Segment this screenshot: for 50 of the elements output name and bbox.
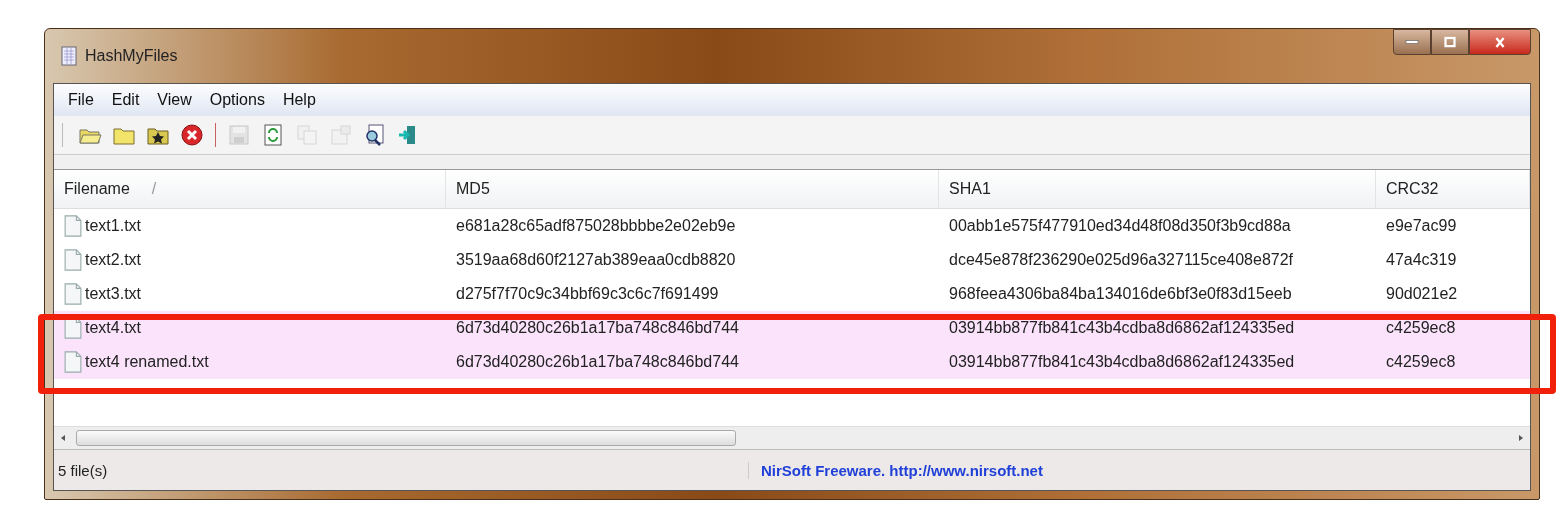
file-count: 5 file(s)	[54, 461, 749, 479]
table-cell: dce45e878f236290e025d96a327115ce408e872f	[949, 251, 1294, 269]
file-icon	[64, 248, 82, 272]
credit-link[interactable]: NirSoft Freeware. http://www.nirsoft.net	[749, 461, 1043, 479]
table-cell: 6d73d40280c26b1a17ba748c846bd744	[456, 353, 739, 371]
menu-item[interactable]: File	[60, 89, 102, 111]
scroll-right-icon[interactable]	[1517, 434, 1525, 442]
column-header[interactable]: SHA1	[939, 170, 1376, 208]
table-row[interactable]: text3.txt d275f7f70c9c34bbf69c3c6c7f691499 968feea4306ba84ba134016de6bf3e0f83d15eeb 90d021e2	[54, 277, 1530, 311]
file-icon	[64, 214, 82, 238]
menu-item[interactable]: Edit	[103, 89, 148, 111]
table-cell: c4259ec8	[1386, 353, 1456, 371]
column-header[interactable]: CRC32	[1376, 170, 1530, 208]
document-icon	[61, 46, 77, 66]
table-cell: text1.txt	[85, 217, 142, 235]
scrollbar-thumb[interactable]	[76, 430, 736, 446]
file-icon	[64, 350, 82, 374]
table-cell: text3.txt	[85, 285, 142, 303]
table-cell: e9e7ac99	[1386, 217, 1457, 235]
horizontal-scrollbar[interactable]	[54, 426, 1530, 449]
table-cell: 03914bb877fb841c43b4cdba8d6862af124335ed	[949, 319, 1295, 337]
column-header[interactable]: MD5	[446, 170, 939, 208]
table-row[interactable]: text2.txt 3519aa68d60f2127ab389eaa0cdb8820 dce45e878f236290e025d96a327115ce408e872f 47a4c319	[54, 243, 1530, 277]
table-cell: 90d021e2	[1386, 285, 1458, 303]
menu-item[interactable]: View	[149, 89, 200, 111]
close-button[interactable]	[1469, 29, 1531, 55]
table-cell: 47a4c319	[1386, 251, 1457, 269]
table-row[interactable]: text1.txt e681a28c65adf875028bbbbe2e02eb9e 00abb1e575f477910ed34d48f08d350f3b9cd88a e9e7ac99	[54, 209, 1530, 243]
table-cell: 03914bb877fb841c43b4cdba8d6862af124335ed	[949, 353, 1295, 371]
menu-item[interactable]: Options	[201, 89, 273, 111]
table-cell: text2.txt	[85, 251, 142, 269]
file-icon	[64, 282, 82, 306]
table-row[interactable]: text4 renamed.txt 6d73d40280c26b1a17ba748c846bd744 03914bb877fb841c43b4cdba8d6862af124335ed c4259ec8	[54, 345, 1530, 379]
minimize-button[interactable]	[1393, 29, 1431, 55]
table-cell: 6d73d40280c26b1a17ba748c846bd744	[456, 319, 739, 337]
window-title: HashMyFiles	[85, 47, 178, 65]
column-header[interactable]: Filename /	[54, 170, 446, 208]
maximize-button[interactable]	[1431, 29, 1469, 55]
table-cell: 00abb1e575f477910ed34d48f08d350f3b9cd88a	[949, 217, 1291, 235]
table-cell: text4.txt	[85, 319, 142, 337]
table-cell: 968feea4306ba84ba134016de6bf3e0f83d15eeb	[949, 285, 1292, 303]
maximize-icon	[1441, 35, 1459, 49]
minimize-icon	[1405, 40, 1419, 44]
table-cell: c4259ec8	[1386, 319, 1456, 337]
table-cell: text4 renamed.txt	[85, 353, 209, 371]
table-cell: e681a28c65adf875028bbbbe2e02eb9e	[456, 217, 736, 235]
scroll-left-icon[interactable]	[59, 434, 67, 442]
table-cell: 3519aa68d60f2127ab389eaa0cdb8820	[456, 251, 736, 269]
table-cell: d275f7f70c9c34bbf69c3c6c7f691499	[456, 285, 719, 303]
menu-item[interactable]: Help	[274, 89, 324, 111]
